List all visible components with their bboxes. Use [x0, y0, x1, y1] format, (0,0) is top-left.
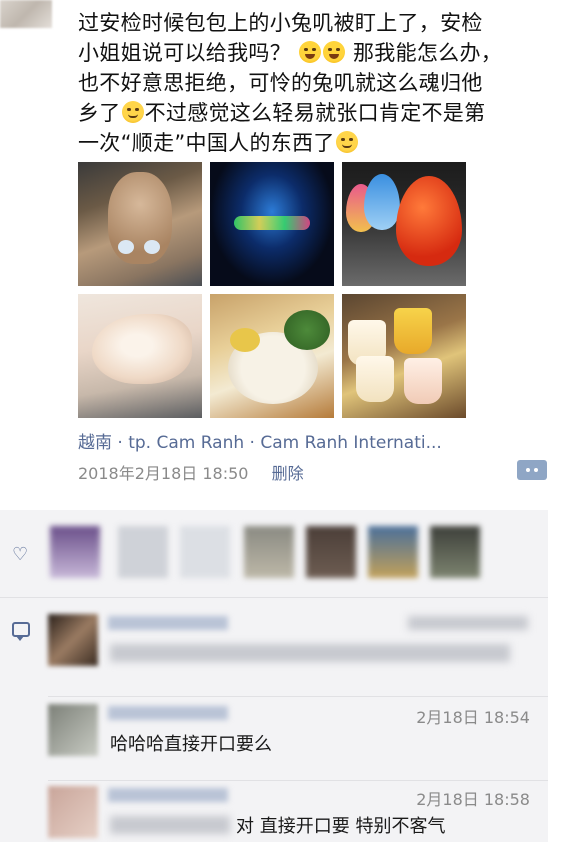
poster-avatar[interactable]	[0, 0, 52, 28]
laugh-emoji-icon	[298, 41, 321, 63]
post-line-2: 小姐姐说可以给我吗？ 那我能怎么办，	[78, 38, 558, 68]
reply-to-blurred	[110, 816, 230, 834]
heart-icon: ♡	[12, 544, 29, 565]
comment-item[interactable]: 2月18日 18:58 对 直接开口要 特别不客气	[48, 786, 544, 842]
smile-emoji-icon	[121, 101, 144, 123]
comment-divider	[48, 780, 548, 781]
photo-drinks[interactable]	[342, 294, 466, 418]
lights-shape	[234, 216, 310, 230]
avatar[interactable]	[306, 526, 356, 578]
unamused-emoji-icon	[335, 131, 358, 153]
cup-shape	[356, 356, 394, 402]
post-line-3: 也不好意思拒绝，可怜的兔叽就这么魂归他	[78, 71, 483, 95]
commenter-name[interactable]	[108, 616, 228, 630]
avatar[interactable]	[118, 526, 168, 578]
post-line-4-b: 不过感觉这么轻易就张口肯定不是第	[144, 101, 486, 125]
avatar[interactable]	[48, 614, 98, 666]
location-link[interactable]: 越南 · tp. Cam Ranh · Cam Ranh Internati..…	[78, 428, 442, 453]
avatar[interactable]	[430, 526, 480, 578]
comment-time-blurred	[408, 616, 528, 630]
comment-item[interactable]	[48, 614, 544, 684]
avatar[interactable]	[244, 526, 294, 578]
avatar[interactable]	[48, 704, 98, 756]
laugh-emoji-icon	[322, 41, 345, 63]
bunny-shape	[108, 172, 172, 264]
photo-food-plate[interactable]	[210, 294, 334, 418]
avatar[interactable]	[48, 786, 98, 838]
comment-text: 对 直接开口要 特别不客气	[236, 816, 446, 837]
avatar[interactable]	[368, 526, 418, 578]
cup-shape	[394, 308, 432, 354]
bunny-paw	[144, 240, 160, 254]
post-line-2-b: 那我能怎么办，	[352, 41, 503, 65]
egg-shape	[364, 174, 400, 230]
comment-icon	[12, 622, 30, 641]
likes-row: ♡	[0, 510, 548, 598]
more-icon[interactable]	[517, 460, 547, 480]
photo-seashell[interactable]	[78, 294, 202, 418]
comment-time: 2月18日 18:58	[416, 790, 530, 809]
commenter-name[interactable]	[108, 706, 228, 720]
comment-area: ♡ 2月18日 18:54 哈哈哈直接开口要么 2月18日 18:58 对 直接…	[0, 510, 548, 842]
delete-button[interactable]: 删除	[272, 464, 304, 483]
photo-bunny-keychain[interactable]	[78, 162, 202, 286]
comment-divider	[48, 696, 548, 697]
post-text: 过安检时候包包上的小兔叽被盯上了，安检 小姐姐说可以给我吗？ 那我能怎么办， 也…	[78, 8, 558, 158]
post-line-1: 过安检时候包包上的小兔叽被盯上了，安检	[78, 11, 483, 35]
cup-shape	[404, 358, 442, 404]
comment-item[interactable]: 2月18日 18:54 哈哈哈直接开口要么	[48, 704, 544, 774]
avatar[interactable]	[180, 526, 230, 578]
post-line-4: 乡了 不过感觉这么轻易就张口肯定不是第	[78, 98, 558, 128]
post-timestamp: 2018年2月18日 18:50	[78, 464, 249, 483]
comment-text: 哈哈哈直接开口要么	[110, 734, 272, 755]
post-line-2-a: 小姐姐说可以给我吗？	[78, 41, 291, 65]
rice-shape	[230, 328, 260, 352]
comment-text-blurred	[110, 644, 510, 662]
post-time-row: 2018年2月18日 18:50 删除	[78, 460, 304, 484]
comment-time: 2月18日 18:54	[416, 708, 530, 727]
salad-shape	[284, 310, 330, 350]
shell-shape	[92, 314, 192, 384]
post-line-5-a: 一次“顺走”中国人的东西了	[78, 131, 335, 155]
commenter-name[interactable]	[108, 788, 228, 802]
post-line-5: 一次“顺走”中国人的东西了	[78, 128, 558, 158]
photo-easter-eggs[interactable]	[342, 162, 466, 286]
egg-shape	[396, 176, 462, 266]
post-line-4-a: 乡了	[78, 101, 121, 125]
photo-night-lights[interactable]	[210, 162, 334, 286]
avatar[interactable]	[50, 526, 100, 578]
bunny-paw	[118, 240, 134, 254]
